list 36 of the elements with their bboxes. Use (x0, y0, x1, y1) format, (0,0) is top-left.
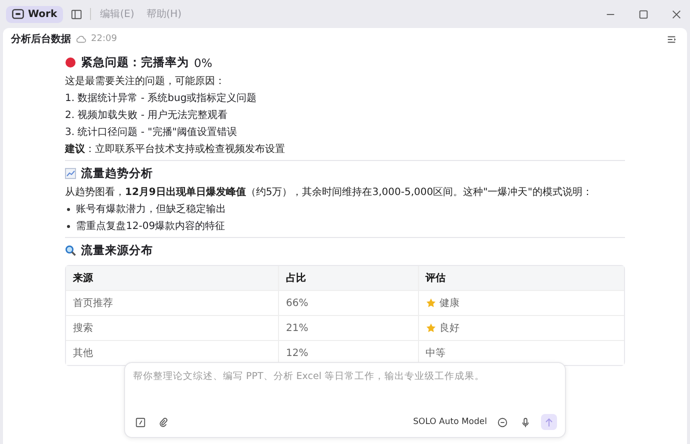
saved-time: 22:09 (91, 34, 117, 44)
model-selector[interactable]: SOLO Auto Model (413, 417, 487, 427)
magnifier-icon (65, 245, 76, 256)
list-item: 3. 统计口径问题 - "完播"阈值设置错误 (65, 126, 237, 140)
column-header: 占比 (278, 266, 418, 290)
heading-value: 0% (194, 56, 212, 70)
work-tab[interactable]: Work (6, 6, 64, 22)
document-title: 分析后台数据 (11, 32, 71, 46)
cloud-icon (76, 35, 86, 43)
list-item: 2. 视频加载失败 - 用户无法完整观看 (65, 108, 228, 123)
table-cell: 中等 (418, 340, 624, 365)
list-item: 1. 数据统计异常 - 系统bug或指标定义问题 (65, 92, 257, 106)
app-icon (12, 9, 24, 19)
prompt-box[interactable]: 帮你整理论文综述、编写 PPT、分析 Excel 等日常工作，输出专业级工作成果。 SOLO Auto Model (124, 362, 566, 438)
column-header: 来源 (66, 266, 278, 290)
section-heading: 紧急问题：完播率为 (81, 55, 189, 70)
star-icon (426, 323, 436, 333)
up-arrow-icon (545, 418, 553, 426)
table-cell: 健康 (418, 290, 624, 315)
section-heading: 流量趋势分析 (81, 166, 153, 181)
table-cell: 良好 (418, 315, 624, 340)
column-header: 评估 (418, 266, 624, 290)
section-heading: 流量来源分布 (81, 243, 153, 258)
paragraph: 这是最需要关注的问题，可能原因： (65, 74, 226, 89)
star-icon (426, 298, 436, 308)
table-cell: 21% (278, 315, 418, 340)
list-item: 需重点复盘12-09爆款内容的特征 (76, 220, 226, 234)
alert-dot-icon (65, 57, 76, 68)
bullet-icon (67, 208, 70, 211)
suggestion-text: 建议：立即联系平台技术支持或检查视频发布设置 (65, 142, 286, 157)
chart-trend-icon (65, 168, 76, 179)
table-cell: 其他 (66, 340, 278, 365)
list-item: 账号有爆款潜力，但缺乏稳定输出 (76, 202, 226, 217)
bullet-icon (67, 225, 70, 228)
paragraph: 从趋势图看，12月9日出现单日爆发峰值（约5万），其余时间维持在3,000-5,000区间。这种"一爆冲天"的模式说明： (65, 186, 594, 200)
table-cell: 66% (278, 290, 418, 315)
